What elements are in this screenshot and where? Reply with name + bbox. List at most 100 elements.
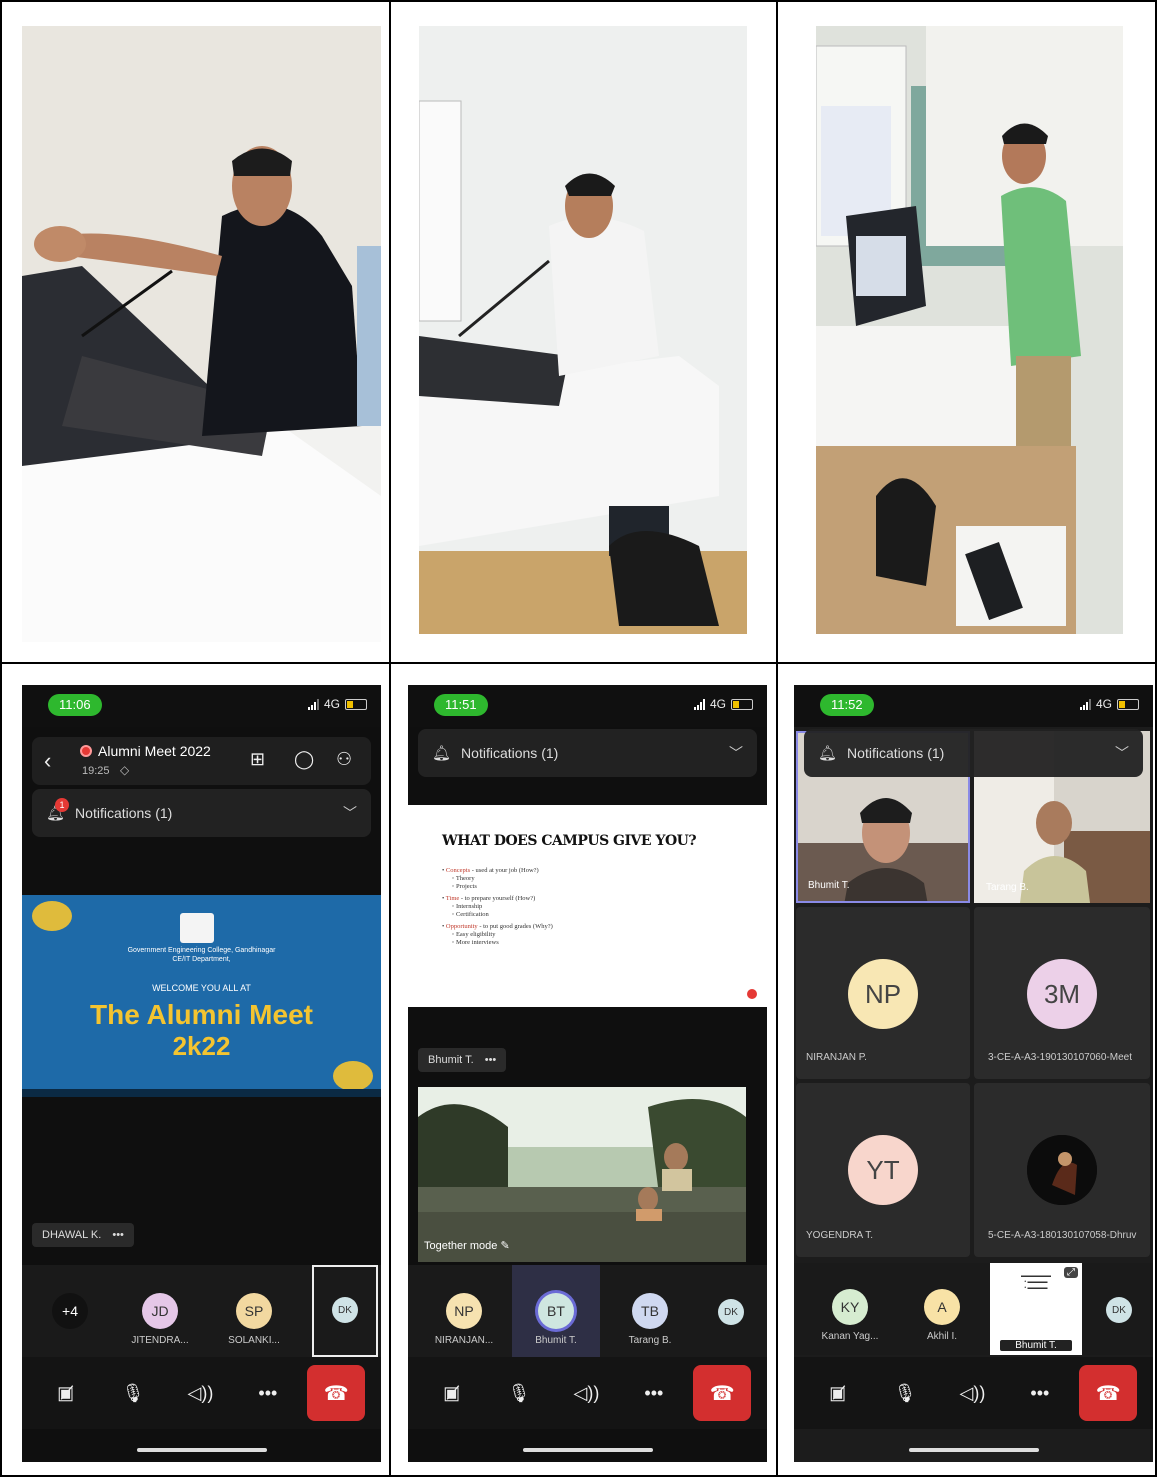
slide-sub-text: Easy eligibility [455,931,496,938]
speaker-name-tag[interactable]: Bhumit T. ••• [418,1048,507,1072]
end-call-button[interactable]: ☎︎ [1079,1365,1138,1421]
participant-name: Bhumit T. [1000,1340,1072,1351]
pin-icon: ✎ [500,1240,510,1252]
speaker-photo-1 [22,26,381,642]
mic-off-icon[interactable]: 🎙︎ [105,1367,161,1419]
speaker-icon[interactable]: ◁)) [558,1367,614,1419]
participant-tile[interactable]: TB Tarang B. [606,1265,694,1357]
back-icon[interactable]: ‹ [44,748,51,774]
participant-tile[interactable]: JD JITENDRA... [116,1265,204,1357]
overflow-count: +4 [52,1293,88,1329]
signal-icon [693,698,705,710]
banner-title: The Alumni Meet [90,999,313,1030]
together-mode-scene: Together mode ✎ [418,1087,746,1262]
participant-name: SOLANKI... [228,1335,280,1346]
notifications-bar[interactable]: 🔔︎ Notifications (1) ﹀ [804,729,1143,777]
slide-list: • Concepts - used at your job (How?) ◦ T… [442,867,553,947]
participant-name: 5-CE-A-A3-180130107058-Dhruv [988,1230,1137,1241]
participant-tile[interactable]: 3M 3-CE-A-A3-190130107060-Meet [974,907,1150,1079]
participant-overflow[interactable]: +4 [26,1265,114,1357]
people-icon[interactable]: ⚇ [336,749,352,770]
chat-icon[interactable]: ◯ [294,749,314,770]
shared-screen-banner: Government Engineering College, Gandhina… [22,895,381,1097]
speaker-icon[interactable]: ◁)) [944,1367,1000,1419]
slide-sub-text: Projects [455,883,477,890]
slide-sub-text: Theory [455,875,475,882]
banner-decoration [333,1061,373,1091]
battery-icon [345,698,367,710]
participant-dock: NP NIRANJAN... BT Bhumit T. TB Tarang B.… [408,1265,767,1357]
meeting-title: Alumni Meet 2022 [98,743,211,759]
participant-name: Tarang B. [628,1335,672,1346]
more-icon: ••• [112,1229,124,1241]
speaker-icon[interactable]: ◁)) [172,1367,228,1419]
notifications-bar[interactable]: 🔔︎ Notifications (1) ﹀ [418,729,757,777]
call-controls: ▣̸ 🎙︎ ◁)) ••• ☎︎ [22,1357,381,1429]
call-controls: ▣̸ 🎙︎ ◁)) ••• ☎︎ [408,1357,767,1429]
speaker-name: Bhumit T. [428,1054,474,1066]
participant-name: Bhumit T. [535,1335,577,1346]
slide-item: • Concepts - used at your job (How?) [442,867,539,874]
network-status: 4G [693,697,753,711]
avatar: YT [848,1135,918,1205]
network-type: 4G [323,697,340,711]
grid-divider [776,0,778,1477]
participant-name: YOGENDRA T. [806,1230,874,1241]
slide-item-text: - used at your job (How?) [470,867,539,874]
chevron-down-icon: ﹀ [729,745,743,761]
participant-tile-self[interactable]: DK [312,1265,378,1357]
participant-tile-self[interactable]: DK [1086,1263,1152,1355]
phone-screenshot-2: 11:51 4G 🔔︎ Notifications (1) ﹀ WHAT DOE… [408,685,767,1462]
speaker-name: DHAWAL K. [42,1229,102,1241]
shield-icon: ◇ [120,763,130,777]
phone-screenshot-3: 11:52 4G Bhumit T. Tarang B. 🔔︎ Notifica… [794,685,1153,1462]
participant-tile-active[interactable]: BT Bhumit T. [512,1265,600,1357]
grid-border [0,0,2,1477]
camera-off-icon[interactable]: ▣̸ [810,1367,866,1419]
slide-item-key: Opportunity [445,923,478,930]
participant-tile[interactable]: NP NIRANJAN... [420,1265,508,1357]
participant-tile[interactable]: YT YOGENDRA T. [796,1083,970,1257]
more-options-icon[interactable]: ••• [626,1367,682,1419]
college-name: Government Engineering College, Gandhina… [127,947,276,954]
signal-icon [307,698,319,710]
end-call-button[interactable]: ☎︎ [307,1365,366,1421]
meeting-duration: 19:25 [82,765,110,777]
avatar: DK [1106,1297,1132,1323]
slide-item: • Time - to prepare yourself (How?) [442,895,536,902]
grid-divider [0,662,1157,664]
mic-off-icon[interactable]: 🎙︎ [877,1367,933,1419]
mic-off-icon[interactable]: 🎙︎ [491,1367,547,1419]
notifications-label: Notifications (1) [461,745,559,761]
slide-item-key: Concepts [445,867,471,874]
participant-tile[interactable]: KY Kanan Yag... [806,1263,894,1355]
participant-tile[interactable]: A Akhil I. [898,1263,986,1355]
meeting-header: ‹ Alumni Meet 2022 19:25 ◇ ⊞ ◯ ⚇ [32,737,371,785]
more-options-icon[interactable]: ••• [240,1367,296,1419]
participant-tile[interactable]: SP SOLANKI... [210,1265,298,1357]
battery-icon [731,698,753,710]
shared-screen-thumbnail[interactable]: ▬▬▬▬▬▬ • ▬▬▬▬ • ▬▬▬▬ ⤢ Bhumit T. [990,1263,1082,1355]
network-type: 4G [1095,697,1112,711]
end-call-button[interactable]: ☎︎ [693,1365,752,1421]
grid-view-icon[interactable]: ⊞ [250,749,265,770]
college-logo [180,913,214,943]
chevron-down-icon: ﹀ [1115,745,1129,761]
notif-badge: 1 [55,798,69,812]
participant-name: Kanan Yag... [821,1331,879,1342]
participant-tile[interactable]: NP NIRANJAN P. [796,907,970,1079]
participant-dock: +4 JD JITENDRA... SP SOLANKI... DK [22,1265,381,1357]
avatar: JD [142,1293,178,1329]
speaker-name-tag[interactable]: DHAWAL K. ••• [32,1223,134,1247]
network-type: 4G [709,697,726,711]
notifications-bar[interactable]: 🔔︎ 1 Notifications (1) ﹀ [32,789,371,837]
participant-tile[interactable]: 5-CE-A-A3-180130107058-Dhruv [974,1083,1150,1257]
notifications-label: Notifications (1) [847,745,945,761]
camera-off-icon[interactable]: ▣̸ [424,1367,480,1419]
camera-off-icon[interactable]: ▣̸ [38,1367,94,1419]
slide-item-text: - to put good grades (Why?) [477,923,553,930]
more-options-icon[interactable]: ••• [1012,1367,1068,1419]
expand-icon[interactable]: ⤢ [1064,1267,1078,1278]
avatar: A [924,1289,960,1325]
participant-tile-self[interactable]: DK [698,1265,764,1357]
